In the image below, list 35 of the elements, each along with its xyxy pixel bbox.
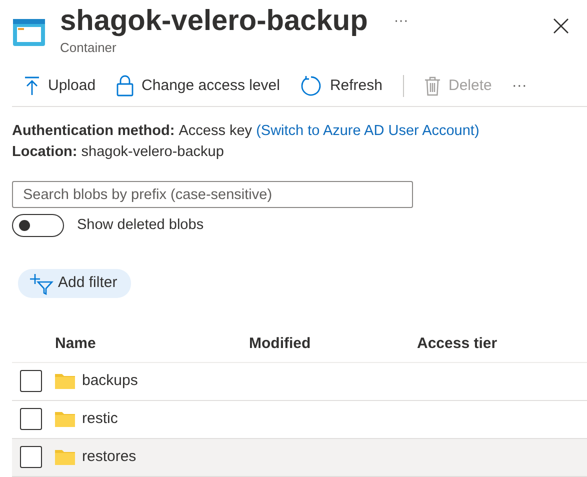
folder-name[interactable]: restores (82, 446, 136, 469)
column-header: Access tier (417, 334, 498, 354)
close-button[interactable] (553, 18, 569, 34)
more-button[interactable]: ··· (512, 74, 527, 98)
toggle-switch[interactable] (12, 214, 64, 238)
refresh-button[interactable]: Refresh (300, 74, 382, 98)
trash-icon (424, 76, 440, 96)
more-button[interactable]: ··· (394, 11, 408, 33)
switch-account-link[interactable]: (Switch to Azure AD User Account) (256, 121, 480, 142)
info-value: shagok-velero-backup (81, 143, 224, 162)
column-header: Modified (249, 334, 312, 354)
page-subtitle: Container (60, 38, 118, 57)
upload-button[interactable]: Upload (24, 74, 96, 98)
column-header: Name (55, 334, 97, 354)
toggle-label: Show deleted blobs (77, 216, 204, 236)
add-filter-button[interactable]: Add filter (18, 269, 132, 298)
highlighted-row[interactable]: restores (12, 438, 587, 477)
folder-icon (55, 373, 75, 390)
row-checkbox[interactable] (20, 408, 42, 430)
page-title: shagok-velero-backup (60, 6, 368, 38)
info-label: Authentication method: (12, 122, 175, 142)
row-checkbox[interactable] (20, 370, 42, 392)
search-field[interactable]: Search blobs by prefix (case-sensitive) (12, 181, 413, 208)
upload-icon (24, 76, 40, 96)
folder-icon (55, 411, 75, 428)
add-filter-icon (30, 272, 54, 295)
folder-name[interactable]: backups (82, 370, 138, 393)
info-value: Access key (178, 122, 252, 142)
folder-icon (55, 449, 75, 466)
info-label: Location: (12, 143, 78, 162)
change-access-level-button[interactable]: Change access level (116, 74, 280, 98)
lock-icon (116, 74, 134, 97)
row-checkbox[interactable] (20, 446, 42, 468)
folder-name[interactable]: restic (82, 408, 118, 431)
refresh-icon (300, 74, 322, 97)
